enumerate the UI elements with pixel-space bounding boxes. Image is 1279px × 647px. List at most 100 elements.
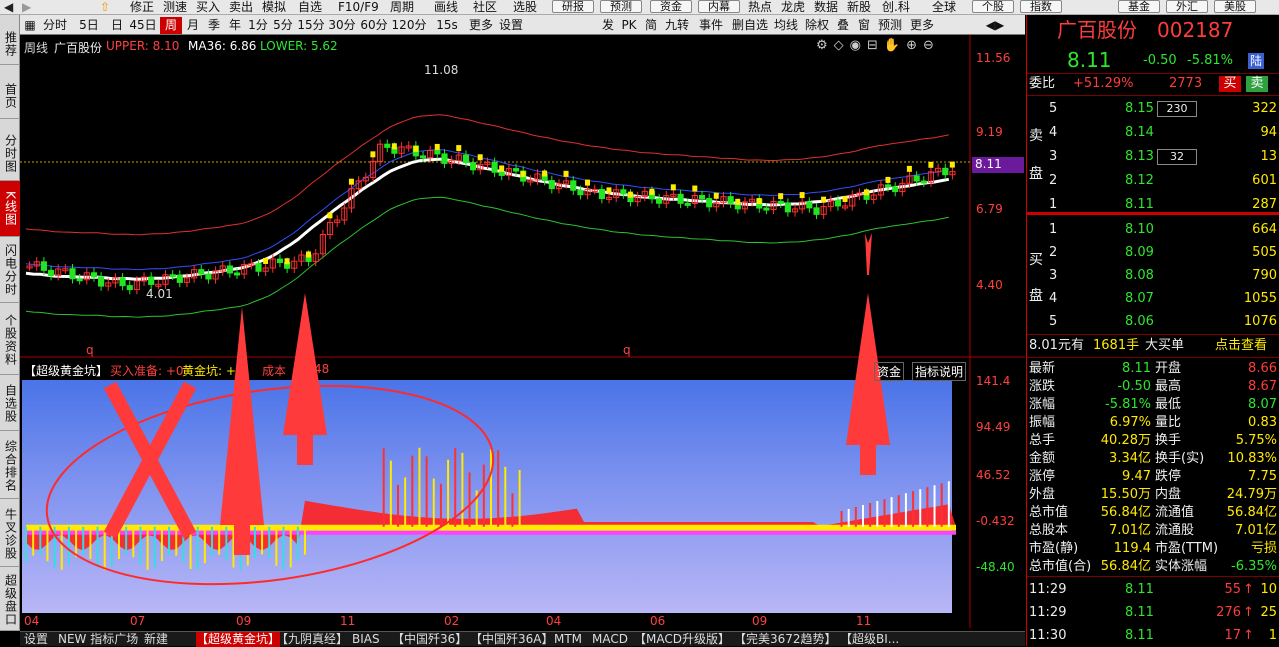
indicator-tab-12[interactable]: 【超级BI...: [840, 632, 899, 647]
btn-基金[interactable]: 基金: [1118, 0, 1160, 13]
top-menu-bar: ◀ ▶ ⇧ 修正 测速 买入 卖出 模拟 自选 F10/F9 周期 画线 社区 …: [0, 0, 1279, 15]
sidebar-item-K线图[interactable]: K线图: [0, 181, 20, 237]
sell-button[interactable]: 卖: [1246, 76, 1268, 92]
tool-简[interactable]: 简: [642, 17, 660, 34]
btn-指数[interactable]: 指数: [1020, 0, 1062, 13]
menu-新股[interactable]: 新股: [847, 0, 871, 14]
tick-count: 1: [1268, 628, 1277, 643]
indicator-tab-指标说明[interactable]: 指标说明: [912, 362, 967, 381]
period-tab-更多[interactable]: 更多: [467, 17, 495, 34]
period-tab-5日[interactable]: 5日: [71, 17, 107, 34]
btn-预测[interactable]: 预测: [600, 0, 642, 13]
menu-卖出[interactable]: 卖出: [229, 0, 253, 14]
menu-数据[interactable]: 数据: [814, 0, 838, 14]
indicator-tab-10[interactable]: 【MACD升级版】: [634, 632, 730, 647]
stat-label: 总股本: [1029, 523, 1069, 538]
signal-mark: [348, 178, 354, 185]
scroll-arrows-icon[interactable]: ◀▶: [982, 17, 1008, 34]
tool-删自选[interactable]: 删自选: [731, 17, 769, 34]
period-tab-45日[interactable]: 45日: [127, 17, 159, 34]
menu-测速[interactable]: 测速: [163, 0, 187, 14]
buy-button[interactable]: 买: [1219, 76, 1241, 92]
chart-tools-icons[interactable]: ⚙◇◉⊟✋⊕⊖: [816, 38, 940, 53]
home-arrow-icon[interactable]: ⇧: [100, 0, 110, 14]
btn-美股[interactable]: 美股: [1214, 0, 1256, 13]
sidebar-item-推荐[interactable]: 推荐: [0, 23, 20, 65]
indicator-tab-7[interactable]: 【中国歼36A】: [470, 632, 553, 647]
menu-周期[interactable]: 周期: [390, 0, 414, 14]
period-tab-设置[interactable]: 设置: [496, 17, 526, 34]
stat-value: 3.34亿: [1109, 451, 1151, 466]
menu-选股[interactable]: 选股: [513, 0, 537, 14]
btn-个股[interactable]: 个股: [972, 0, 1014, 13]
sidebar-item-分时图[interactable]: 分时图: [0, 127, 20, 181]
period-tab-5分[interactable]: 5分: [271, 17, 295, 34]
period-tab-季[interactable]: 季: [204, 17, 224, 34]
chart-area[interactable]: 周线 广百股份 UPPER: 8.10 MA36: 6.86 LOWER: 5.…: [20, 35, 1025, 628]
indicator-tab-9[interactable]: MACD: [592, 632, 628, 647]
sidebar-item-自选股[interactable]: 自选股: [0, 377, 20, 431]
sidebar-item-首页[interactable]: 首页: [0, 73, 20, 119]
indicator-tab-11[interactable]: 【完美3672趋势】: [734, 632, 837, 647]
period-tab-日[interactable]: 日: [108, 17, 126, 34]
stat-value: 8.11: [1122, 361, 1151, 376]
tool-预测[interactable]: 预测: [876, 17, 904, 34]
indicator-tab-3[interactable]: 【超级黄金坑】: [196, 632, 281, 647]
menu-创科[interactable]: 创.科: [882, 0, 910, 14]
candle-body: [706, 198, 713, 208]
btn-资金[interactable]: 资金: [650, 0, 692, 13]
period-tab-年[interactable]: 年: [225, 17, 245, 34]
tool-PK[interactable]: PK: [619, 17, 639, 34]
menu-画线[interactable]: 画线: [434, 0, 458, 14]
indicator-tab-5[interactable]: BIAS: [352, 632, 380, 647]
tool-事件[interactable]: 事件: [694, 17, 728, 34]
sidebar-item-闪电分时[interactable]: 闪电分时: [0, 237, 20, 303]
menu-修正[interactable]: 修正: [130, 0, 154, 14]
menu-买入[interactable]: 买入: [196, 0, 220, 14]
sidebar-item-牛叉诊股[interactable]: 牛叉诊股: [0, 501, 20, 567]
period-tab-分时[interactable]: 分时: [40, 17, 70, 34]
tool-更多[interactable]: 更多: [907, 17, 937, 34]
sidebar-item-综合排名[interactable]: 综合排名: [0, 433, 20, 499]
ask-side-label: 卖: [1029, 128, 1043, 144]
back-arrow-icon[interactable]: ◀: [4, 0, 13, 14]
period-tab-周[interactable]: 周: [160, 17, 182, 34]
period-tab-1分[interactable]: 1分: [246, 17, 270, 34]
indicator-tab-0[interactable]: 设置: [24, 632, 48, 647]
menu-龙虎[interactable]: 龙虎: [781, 0, 805, 14]
indicator-tab-资金[interactable]: 资金: [874, 362, 905, 381]
indicator-tab-2[interactable]: 新建: [144, 632, 168, 647]
btn-外汇[interactable]: 外汇: [1166, 0, 1208, 13]
tool-发[interactable]: 发: [600, 17, 616, 34]
btn-研报[interactable]: 研报: [552, 0, 594, 13]
period-tab-30分[interactable]: 30分: [327, 17, 357, 34]
period-tab-60分[interactable]: 60分: [358, 17, 390, 34]
menu-热点[interactable]: 热点: [748, 0, 772, 14]
menu-社区[interactable]: 社区: [473, 0, 497, 14]
menu-全球[interactable]: 全球: [932, 0, 956, 14]
menu-F10[interactable]: F10/F9: [338, 0, 379, 14]
menu-自选[interactable]: 自选: [298, 0, 322, 14]
tool-九转[interactable]: 九转: [663, 17, 691, 34]
indicator-tab-4[interactable]: 【九阴真经】: [276, 632, 348, 647]
toolbar-menu-icon[interactable]: ▦: [22, 17, 38, 34]
tool-叠[interactable]: 叠: [834, 17, 852, 34]
tool-除权[interactable]: 除权: [803, 17, 831, 34]
sidebar-item-个股资料[interactable]: 个股资料: [0, 305, 20, 375]
big-order-link[interactable]: 点击查看: [1215, 337, 1267, 355]
indicator-tab-8[interactable]: MTM: [554, 632, 582, 647]
forward-arrow-icon[interactable]: ▶: [22, 0, 31, 14]
period-tab-120分[interactable]: 120分: [391, 17, 427, 34]
period-tab-15s[interactable]: 15s: [428, 17, 466, 34]
tool-窗[interactable]: 窗: [855, 17, 873, 34]
menu-模拟[interactable]: 模拟: [262, 0, 286, 14]
indicator-tab-6[interactable]: 【中国歼36】: [392, 632, 467, 647]
period-tab-月[interactable]: 月: [183, 17, 203, 34]
candle-body: [176, 274, 183, 283]
tool-均线[interactable]: 均线: [772, 17, 800, 34]
period-tab-15分[interactable]: 15分: [296, 17, 326, 34]
btn-内幕[interactable]: 内幕: [698, 0, 740, 13]
indicator-background: [22, 380, 952, 613]
sidebar-item-超级盘口[interactable]: 超级盘口: [0, 569, 20, 631]
indicator-tab-1[interactable]: NEW 指标广场: [58, 632, 138, 647]
